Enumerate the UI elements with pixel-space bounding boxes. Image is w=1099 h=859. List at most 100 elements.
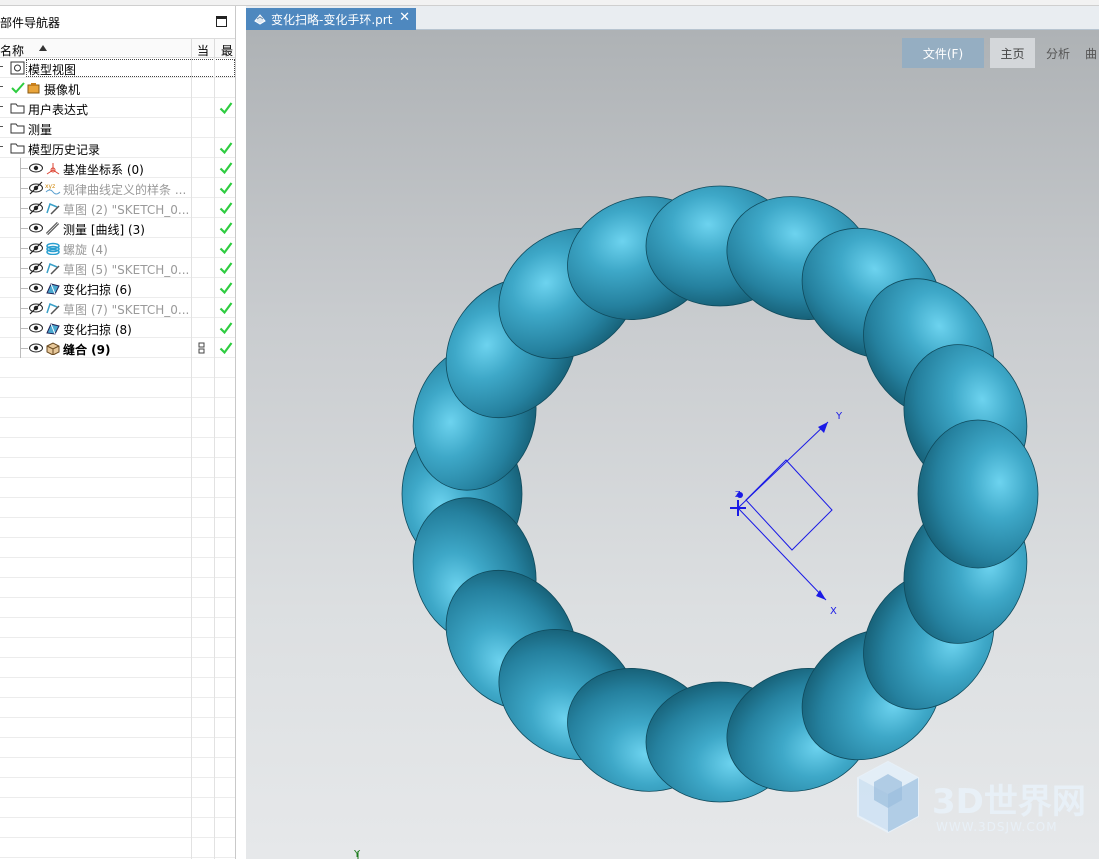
- hidden-eye-icon[interactable]: [28, 201, 44, 215]
- navigator-row[interactable]: 模型视图: [0, 58, 235, 78]
- visibility-eye-icon[interactable]: [28, 161, 44, 175]
- empty-row: [0, 538, 235, 558]
- measure-icon: [45, 221, 60, 235]
- visibility-eye-icon[interactable]: [28, 321, 44, 335]
- model-scene[interactable]: Y X Z Y 3D世界网 WWW.3DSJW.COM: [246, 30, 1099, 859]
- navigator-row[interactable]: 模型历史记录: [0, 138, 235, 158]
- tree-line: [20, 188, 28, 189]
- column-divider: [214, 398, 215, 418]
- column-divider: [191, 818, 192, 838]
- navigator-column-header: 名称 当 最: [0, 38, 235, 58]
- watermark: 3D世界网 WWW.3DSJW.COM: [857, 760, 1086, 834]
- expand-toggle-icon[interactable]: [0, 126, 3, 127]
- tree-line: [20, 308, 28, 309]
- maximize-icon[interactable]: [216, 16, 227, 27]
- navigator-row[interactable]: 变化扫掠 (8): [0, 318, 235, 338]
- empty-row: [0, 678, 235, 698]
- variational-sweep-icon: [46, 283, 60, 295]
- navigator-row[interactable]: 用户表达式: [0, 98, 235, 118]
- navigator-row[interactable]: 螺旋 (4): [0, 238, 235, 258]
- sketch-icon: [46, 202, 60, 215]
- column-divider: [191, 798, 192, 818]
- close-tab-icon[interactable]: ✕: [399, 10, 410, 25]
- navigator-row[interactable]: 测量 [曲线] (3): [0, 218, 235, 238]
- tab-curve[interactable]: 曲: [1083, 38, 1099, 68]
- hidden-eye-icon[interactable]: [28, 181, 44, 195]
- empty-row: [0, 358, 235, 378]
- bead-segment[interactable]: [917, 419, 1039, 569]
- column-divider: [214, 818, 215, 838]
- column-divider: [191, 298, 192, 318]
- tree-line: [20, 268, 28, 269]
- bracelet-model[interactable]: [395, 178, 1046, 810]
- camera-icon: [27, 83, 40, 94]
- axis-y-label: Y: [835, 411, 843, 422]
- tab-label: 变化扫略-变化手环.prt: [271, 13, 393, 27]
- expand-toggle-icon[interactable]: [0, 106, 3, 107]
- column-divider: [214, 798, 215, 818]
- navigator-row-label: 模型历史记录: [28, 143, 101, 157]
- sew-icon: [46, 342, 60, 355]
- axis-z-label: Z: [735, 490, 741, 499]
- column-latest[interactable]: 最: [214, 39, 235, 58]
- tree-line: [20, 248, 28, 249]
- column-name[interactable]: 名称: [0, 42, 24, 59]
- expand-toggle-icon[interactable]: [0, 146, 3, 147]
- tab-active-part[interactable]: 变化扫略-变化手环.prt ✕: [246, 8, 416, 30]
- hidden-eye-icon[interactable]: [28, 301, 44, 315]
- navigator-row-label: 规律曲线定义的样条 ...: [63, 183, 187, 197]
- navigator-row[interactable]: 草图 (5) "SKETCH_0...: [0, 258, 235, 278]
- empty-row: [0, 658, 235, 678]
- navigator-row[interactable]: 缝合 (9): [0, 338, 235, 358]
- column-divider: [191, 538, 192, 558]
- sketch-icon: [46, 262, 60, 275]
- tab-file[interactable]: 文件(F): [902, 38, 984, 68]
- empty-row: [0, 398, 235, 418]
- active-check-icon: [11, 82, 25, 94]
- tree-line: [20, 288, 28, 289]
- navigator-row-label: 螺旋 (4): [63, 243, 108, 257]
- navigator-row[interactable]: 摄像机: [0, 78, 235, 98]
- navigator-row[interactable]: xyz 规律曲线定义的样条 ...: [0, 178, 235, 198]
- column-divider: [191, 498, 192, 518]
- up-to-date-check-icon: [219, 342, 233, 355]
- navigator-row[interactable]: 基准坐标系 (0): [0, 158, 235, 178]
- column-divider: [191, 118, 192, 138]
- column-divider: [191, 518, 192, 538]
- tab-home[interactable]: 主页: [990, 38, 1035, 68]
- up-to-date-check-icon: [219, 322, 233, 335]
- column-current[interactable]: 当: [191, 39, 214, 58]
- column-divider: [214, 758, 215, 778]
- up-to-date-check-icon: [219, 142, 233, 155]
- column-divider: [191, 578, 192, 598]
- column-divider: [191, 558, 192, 578]
- visibility-eye-icon[interactable]: [28, 281, 44, 295]
- column-divider: [191, 198, 192, 218]
- sketch-icon: [46, 302, 60, 315]
- column-divider: [214, 98, 215, 118]
- navigator-row[interactable]: 草图 (2) "SKETCH_0...: [0, 198, 235, 218]
- navigator-row[interactable]: 草图 (7) "SKETCH_0...: [0, 298, 235, 318]
- expand-toggle-icon[interactable]: [0, 86, 3, 87]
- visibility-eye-icon[interactable]: [28, 221, 44, 235]
- up-to-date-check-icon: [219, 182, 233, 195]
- empty-row: [0, 458, 235, 478]
- tab-analysis[interactable]: 分析: [1039, 38, 1077, 68]
- column-divider: [191, 678, 192, 698]
- part-file-icon: [254, 14, 266, 25]
- tree-line: [20, 168, 28, 169]
- navigator-row[interactable]: 变化扫掠 (6): [0, 278, 235, 298]
- empty-row: [0, 818, 235, 838]
- visibility-eye-icon[interactable]: [28, 341, 44, 355]
- hidden-eye-icon[interactable]: [28, 241, 44, 255]
- column-divider: [191, 338, 192, 358]
- column-divider: [214, 638, 215, 658]
- sort-ascending-icon[interactable]: [39, 45, 47, 51]
- navigator-title-bar: 部件导航器: [0, 6, 235, 38]
- hidden-eye-icon[interactable]: [28, 261, 44, 275]
- navigator-row[interactable]: 测量: [0, 118, 235, 138]
- expand-toggle-icon[interactable]: [0, 66, 3, 67]
- column-divider: [214, 238, 215, 258]
- 3d-viewport[interactable]: Y X Z Y 3D世界网 WWW.3DSJW.COM 文件(F) 主页 分析 …: [246, 30, 1099, 859]
- document-tab-bar: 变化扫略-变化手环.prt ✕: [246, 6, 1099, 30]
